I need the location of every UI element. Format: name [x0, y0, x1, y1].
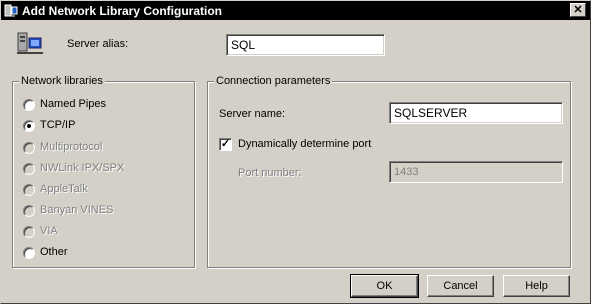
server-name-label: Server name: [219, 108, 286, 120]
server-alias-label: Server alias: [67, 38, 129, 50]
server-alias-input[interactable]: SQL [226, 34, 385, 56]
cancel-button[interactable]: Cancel [427, 275, 494, 297]
radio-label: NWLink IPX/SPX [40, 162, 125, 174]
network-config-icon [4, 3, 19, 18]
connection-parameters-label: Connection parameters [214, 75, 333, 87]
ok-button[interactable]: OK [350, 274, 419, 298]
server-network-icon [15, 30, 45, 59]
radio-button [23, 205, 35, 217]
connection-parameters-group: Connection parameters Server name: SQLSE… [207, 75, 571, 268]
dynamic-port-checkbox[interactable]: ✓ [219, 138, 232, 151]
radio-label: TCP/IP [40, 119, 76, 131]
radio-button [23, 184, 35, 196]
server-name-input[interactable]: SQLSERVER [389, 102, 563, 124]
radio-label: Named Pipes [40, 98, 107, 110]
radio-label: Banyan VINES [40, 204, 114, 216]
network-libraries-label: Network libraries [19, 75, 105, 87]
close-button[interactable]: ✕ [570, 3, 586, 17]
dialog-window: Add Network Library Configuration ✕ Serv… [0, 0, 591, 304]
radio-label: Multiprotocol [40, 141, 103, 153]
radio-button[interactable] [23, 247, 35, 259]
help-button[interactable]: Help [503, 275, 570, 297]
radio-selected-dot [27, 124, 31, 128]
radio-button [23, 142, 35, 154]
radio-label: AppleTalk [40, 183, 88, 195]
window-title: Add Network Library Configuration [22, 4, 223, 18]
radio-button[interactable] [23, 120, 35, 132]
dynamic-port-label: Dynamically determine port [238, 138, 372, 150]
radio-label: Other [40, 246, 68, 258]
network-libraries-group: Network libraries Named Pipes TCP/IP Mul… [12, 75, 195, 268]
port-number-input: 1433 [389, 161, 563, 183]
title-bar[interactable]: Add Network Library Configuration ✕ [1, 1, 590, 20]
radio-button [23, 163, 35, 175]
radio-label: VIA [40, 225, 58, 237]
radio-button[interactable] [23, 99, 35, 111]
close-icon: ✕ [573, 4, 583, 16]
radio-button [23, 226, 35, 238]
port-number-label: Port number: [238, 167, 302, 179]
